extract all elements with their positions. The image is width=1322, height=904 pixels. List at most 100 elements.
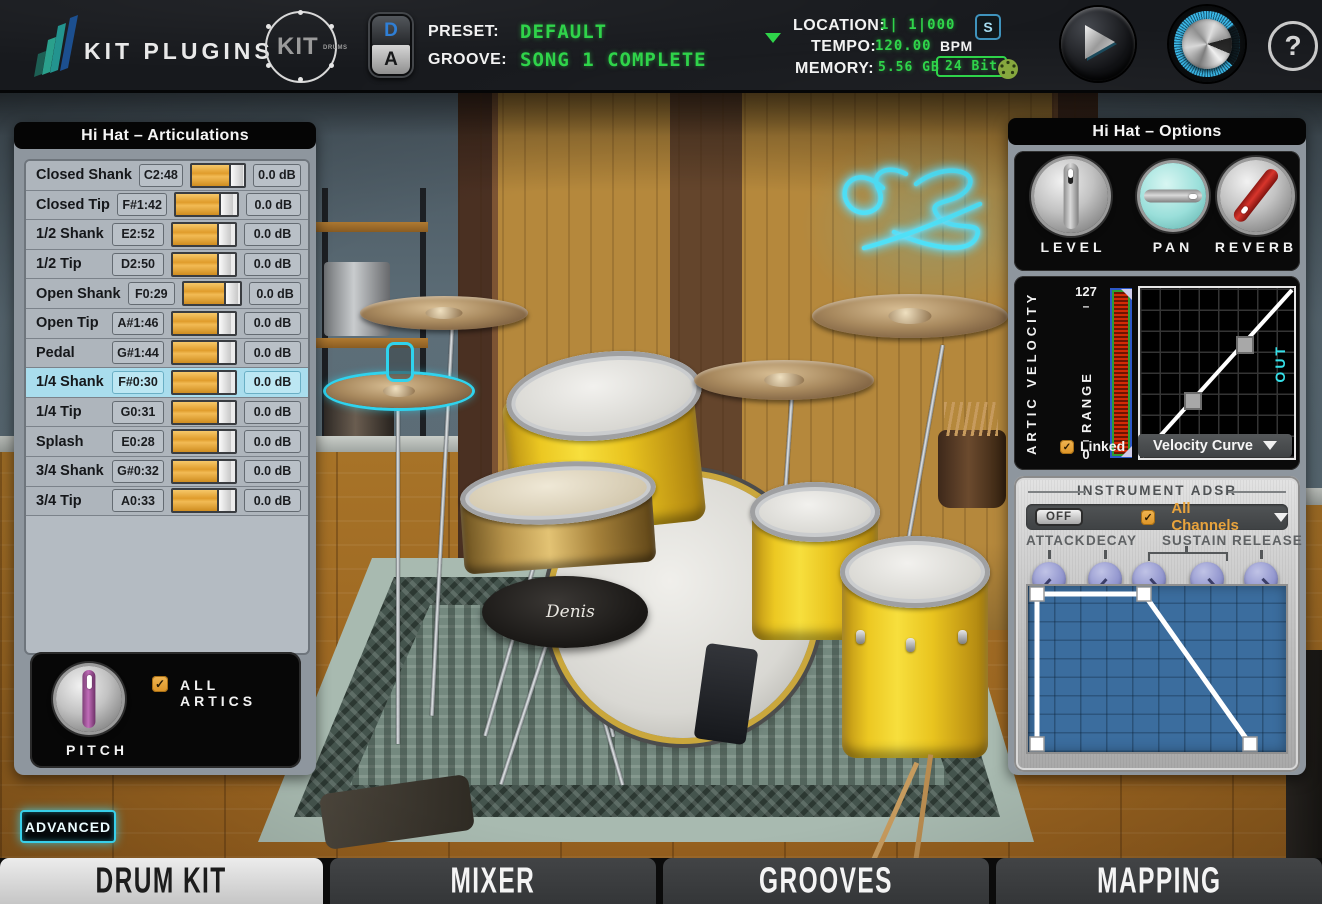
- articulation-level-slider[interactable]: [171, 429, 237, 454]
- articulation-row[interactable]: 1/2 ShankE2:520.0 dB: [26, 220, 308, 250]
- articulation-db-box[interactable]: 0.0 dB: [249, 282, 301, 305]
- articulation-db-box[interactable]: 0.0 dB: [244, 430, 301, 453]
- tempo-value[interactable]: 120.00: [875, 38, 932, 54]
- advanced-button[interactable]: ADVANCED: [20, 810, 116, 843]
- articulation-level-slider[interactable]: [182, 281, 242, 306]
- da-toggle[interactable]: D A: [368, 12, 414, 78]
- reverb-knob[interactable]: [1220, 160, 1292, 232]
- articulation-level-slider[interactable]: [174, 192, 238, 217]
- articulation-note-box[interactable]: F0:29: [128, 282, 175, 305]
- articulation-note-box[interactable]: F#1:42: [117, 193, 168, 216]
- articulation-db-box[interactable]: 0.0 dB: [244, 341, 301, 364]
- articulation-note-box[interactable]: F#0:30: [112, 371, 164, 394]
- linked-checkbox[interactable]: ✓: [1060, 440, 1074, 454]
- chevron-down-icon[interactable]: [1274, 513, 1288, 522]
- tab-mixer[interactable]: MIXER: [330, 858, 656, 904]
- all-channels-label[interactable]: All Channels: [1171, 500, 1258, 534]
- articulation-row[interactable]: PedalG#1:440.0 dB: [26, 339, 308, 369]
- adsr-off-button[interactable]: OFF: [1035, 508, 1083, 526]
- articulation-level-slider[interactable]: [171, 459, 237, 484]
- slider-handle[interactable]: [219, 194, 233, 215]
- articulation-level-slider[interactable]: [190, 163, 246, 188]
- location-dropdown-arrow[interactable]: [765, 33, 781, 43]
- slider-handle[interactable]: [217, 461, 231, 482]
- pitch-knob[interactable]: [56, 666, 122, 732]
- tab-label: MIXER: [451, 861, 536, 902]
- articulation-level-slider[interactable]: [171, 252, 237, 277]
- crash-cymbal-left[interactable]: [360, 296, 528, 330]
- articulation-level-slider[interactable]: [171, 488, 237, 513]
- preset-value[interactable]: DEFAULT: [520, 21, 607, 43]
- chevron-down-icon: [1263, 441, 1277, 450]
- velocity-range-meter[interactable]: [1110, 288, 1132, 458]
- articulation-db-box[interactable]: 0.0 dB: [244, 489, 301, 512]
- slider-handle[interactable]: [217, 490, 231, 511]
- articulation-row[interactable]: Open TipA#1:460.0 dB: [26, 309, 308, 339]
- articulation-note-box[interactable]: A0:33: [112, 489, 164, 512]
- slider-handle[interactable]: [217, 372, 231, 393]
- articulation-db-box[interactable]: 0.0 dB: [244, 253, 301, 276]
- articulation-note-box[interactable]: G#1:44: [112, 341, 164, 364]
- slider-fill: [173, 402, 217, 423]
- slider-handle[interactable]: [217, 402, 231, 423]
- articulation-db-box[interactable]: 0.0 dB: [244, 223, 301, 246]
- articulation-db-box[interactable]: 0.0 dB: [253, 164, 301, 187]
- sync-badge[interactable]: S: [975, 14, 1001, 40]
- articulation-level-slider[interactable]: [171, 222, 237, 247]
- tab-drum-kit[interactable]: DRUM KIT: [0, 858, 323, 904]
- articulation-db-box[interactable]: 0.0 dB: [244, 460, 301, 483]
- articulation-row[interactable]: 3/4 ShankG#0:320.0 dB: [26, 457, 308, 487]
- tab-mapping[interactable]: MAPPING: [996, 858, 1322, 904]
- articulation-db-box[interactable]: 0.0 dB: [246, 193, 301, 216]
- slider-handle[interactable]: [229, 165, 243, 186]
- curve-handle-high[interactable]: [1236, 336, 1254, 354]
- articulation-row[interactable]: Closed ShankC2:480.0 dB: [26, 161, 308, 191]
- articulation-row[interactable]: Open ShankF0:290.0 dB: [26, 279, 308, 309]
- master-volume-knob[interactable]: [1169, 6, 1245, 82]
- articulation-row[interactable]: 1/4 TipG0:310.0 dB: [26, 398, 308, 428]
- all-artics-checkbox[interactable]: ✓: [152, 676, 168, 692]
- slider-handle[interactable]: [217, 431, 231, 452]
- articulation-row[interactable]: 1/2 TipD2:500.0 dB: [26, 250, 308, 280]
- help-button[interactable]: ?: [1268, 21, 1318, 71]
- slider-handle[interactable]: [217, 313, 231, 334]
- da-toggle-a[interactable]: A: [372, 45, 410, 74]
- articulation-db-box[interactable]: 0.0 dB: [244, 312, 301, 335]
- articulation-note-box[interactable]: D2:50: [112, 253, 164, 276]
- articulation-note-box[interactable]: E2:52: [112, 223, 164, 246]
- articulation-note-box[interactable]: G0:31: [112, 401, 164, 424]
- articulation-row[interactable]: SplashE0:280.0 dB: [26, 427, 308, 457]
- articulation-note-box[interactable]: A#1:46: [112, 312, 164, 335]
- groove-value[interactable]: SONG 1 COMPLETE: [520, 49, 707, 71]
- floor-tom-head[interactable]: [840, 536, 990, 608]
- slider-handle[interactable]: [217, 342, 231, 363]
- articulation-level-slider[interactable]: [171, 370, 237, 395]
- slider-handle[interactable]: [224, 283, 238, 304]
- velocity-curve-dropdown[interactable]: Velocity Curve: [1138, 434, 1292, 457]
- pan-knob[interactable]: [1140, 163, 1206, 229]
- articulation-row[interactable]: 1/4 ShankF#0:300.0 dB: [26, 368, 308, 398]
- ride-cymbal[interactable]: [812, 294, 1008, 338]
- crash-cymbal-right[interactable]: [694, 360, 874, 400]
- tab-grooves[interactable]: GROOVES: [663, 858, 989, 904]
- articulation-level-slider[interactable]: [171, 340, 237, 365]
- slider-handle[interactable]: [217, 224, 231, 245]
- articulation-row[interactable]: 3/4 TipA0:330.0 dB: [26, 487, 308, 517]
- play-button[interactable]: [1061, 7, 1135, 81]
- articulation-db-box[interactable]: 0.0 dB: [244, 371, 301, 394]
- range-top-handle[interactable]: [1121, 289, 1132, 300]
- articulation-level-slider[interactable]: [171, 400, 237, 425]
- articulation-level-slider[interactable]: [171, 311, 237, 336]
- curve-handle-low[interactable]: [1184, 392, 1202, 410]
- articulation-note-box[interactable]: E0:28: [112, 430, 164, 453]
- all-channels-checkbox[interactable]: ✓: [1141, 510, 1155, 525]
- articulation-note-box[interactable]: G#0:32: [112, 460, 164, 483]
- articulation-db-box[interactable]: 0.0 dB: [244, 401, 301, 424]
- articulation-note-box[interactable]: C2:48: [139, 164, 183, 187]
- da-toggle-d[interactable]: D: [372, 16, 410, 45]
- articulation-row[interactable]: Closed TipF#1:420.0 dB: [26, 191, 308, 221]
- mid-tom-head[interactable]: [750, 482, 880, 542]
- level-knob[interactable]: [1034, 159, 1108, 233]
- adsr-envelope-graph[interactable]: [1028, 586, 1286, 752]
- slider-handle[interactable]: [217, 254, 231, 275]
